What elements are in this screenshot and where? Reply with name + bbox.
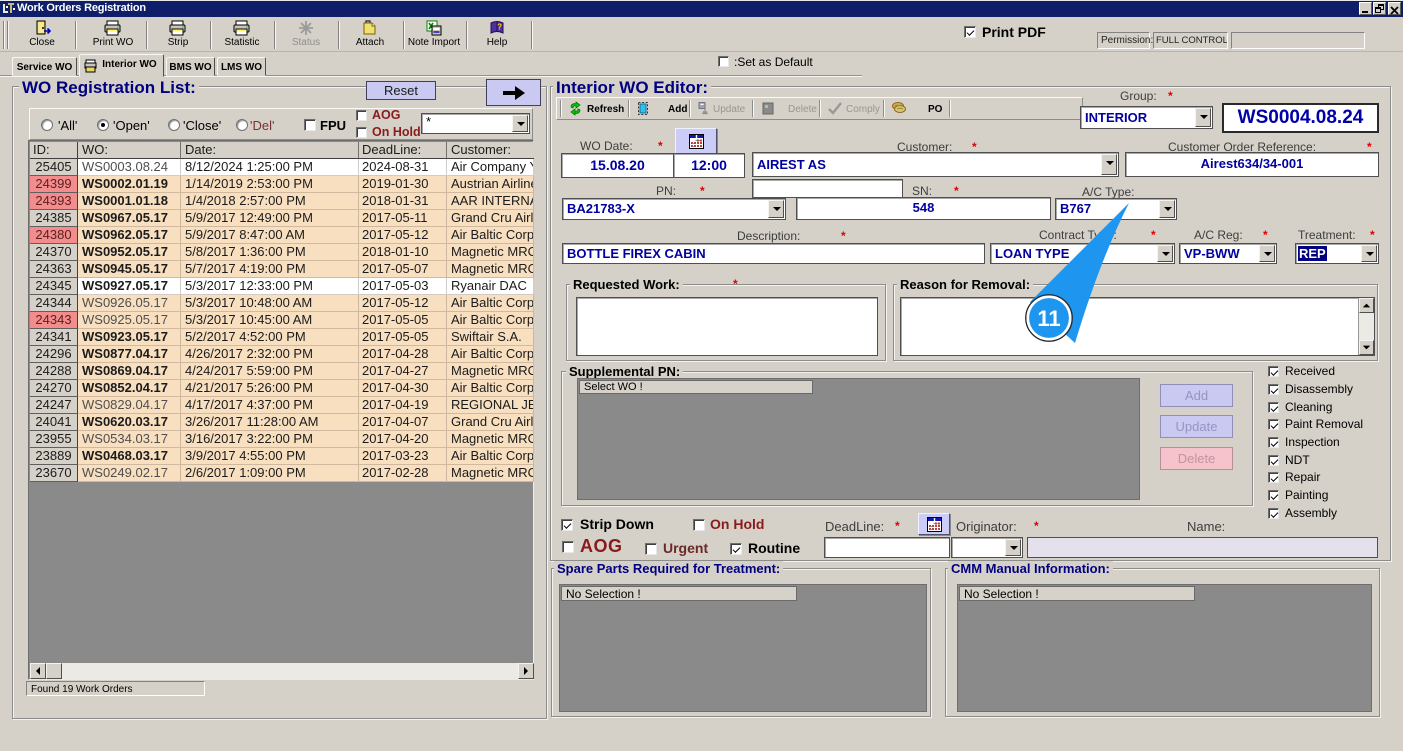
- svg-text:?: ?: [497, 23, 502, 32]
